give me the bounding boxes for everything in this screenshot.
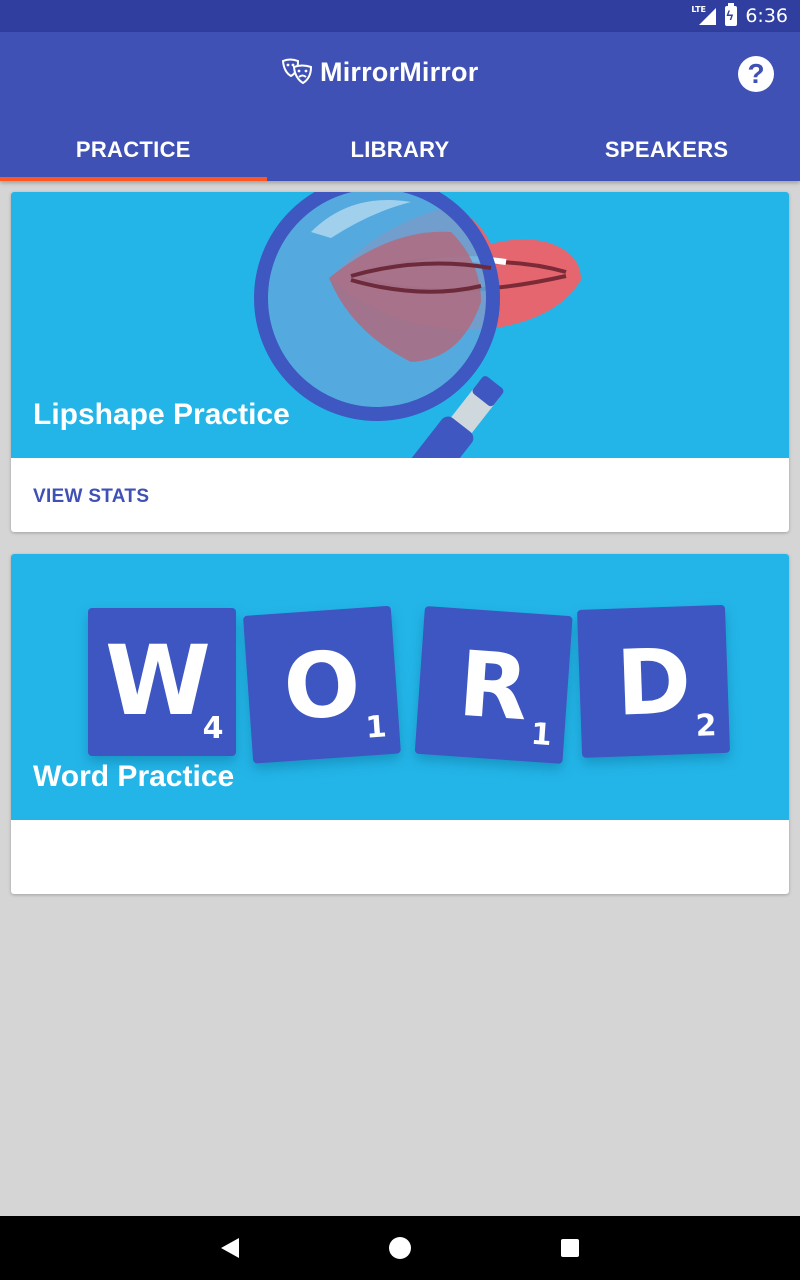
svg-text:W: W bbox=[105, 625, 211, 737]
svg-text:4: 4 bbox=[203, 711, 224, 746]
word-practice-card[interactable]: W 4 O 1 R 1 D 2 Word Practice bbox=[11, 554, 789, 894]
lipshape-practice-card[interactable]: Lipshape Practice VIEW STATS bbox=[11, 192, 789, 532]
svg-text:1: 1 bbox=[530, 717, 553, 753]
svg-text:2: 2 bbox=[695, 708, 717, 744]
clock: 6:36 bbox=[745, 5, 788, 27]
status-bar: LTE ϟ 6:36 bbox=[0, 0, 800, 32]
toolbar: MirrorMirror ? bbox=[0, 32, 800, 118]
tab-bar: PRACTICE LIBRARY SPEAKERS bbox=[0, 118, 800, 181]
app-title-group: MirrorMirror bbox=[280, 56, 478, 88]
signal-icon: LTE bbox=[691, 5, 717, 26]
view-stats-button[interactable]: VIEW STATS bbox=[33, 486, 149, 508]
tab-speakers[interactable]: SPEAKERS bbox=[533, 118, 800, 181]
card-title: Lipshape Practice bbox=[33, 398, 290, 431]
home-circle-icon[interactable] bbox=[370, 1216, 430, 1280]
tab-practice[interactable]: PRACTICE bbox=[0, 118, 267, 181]
help-icon[interactable]: ? bbox=[738, 56, 774, 92]
word-tiles-illustration[interactable]: W 4 O 1 R 1 D 2 Word Practice bbox=[11, 554, 789, 820]
svg-text:R: R bbox=[455, 632, 531, 742]
card-title: Word Practice bbox=[33, 760, 235, 793]
tab-library[interactable]: LIBRARY bbox=[267, 118, 534, 181]
recents-square-icon[interactable] bbox=[540, 1216, 600, 1280]
system-nav-bar bbox=[0, 1216, 800, 1280]
battery-icon: ϟ bbox=[725, 3, 738, 26]
svg-text:1: 1 bbox=[364, 709, 387, 745]
app-title: MirrorMirror bbox=[320, 56, 479, 87]
svg-text:O: O bbox=[280, 631, 364, 741]
theater-masks-icon bbox=[281, 58, 313, 85]
app-bar: MirrorMirror ? PRACTICE LIBRARY SPEAKERS bbox=[0, 32, 800, 181]
svg-text:D: D bbox=[614, 629, 692, 737]
status-icons: LTE ϟ 6:36 bbox=[691, 0, 788, 32]
lipshape-illustration[interactable]: Lipshape Practice bbox=[11, 192, 789, 458]
back-triangle-icon[interactable] bbox=[200, 1216, 260, 1280]
